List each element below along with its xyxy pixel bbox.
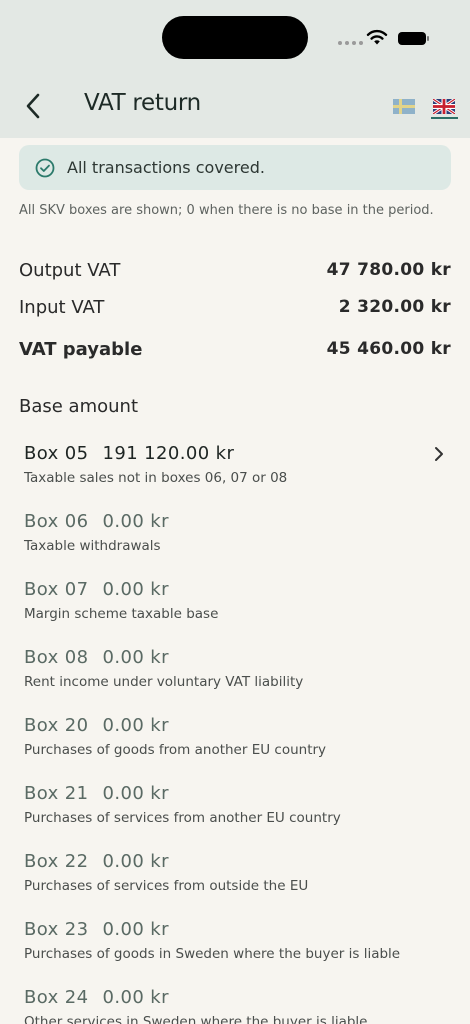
section-heading: Base amount xyxy=(19,396,139,417)
box-number: Box 23 xyxy=(24,919,89,940)
sweden-flag-icon[interactable] xyxy=(393,99,415,114)
total-label: Input VAT xyxy=(19,297,105,318)
box-amount: 0.00 kr xyxy=(102,647,169,668)
box-06-item[interactable]: Box 06 0.00 kr Taxable withdrawals xyxy=(24,511,452,554)
app-header: VAT return xyxy=(0,0,470,138)
box-amount: 191 120.00 kr xyxy=(102,443,235,464)
box-description: Purchases of goods in Sweden where the b… xyxy=(24,946,401,962)
dynamic-island xyxy=(162,16,308,59)
total-value: 45 460.00 kr xyxy=(326,339,451,359)
box-23-item[interactable]: Box 23 0.00 kr Purchases of goods in Swed… xyxy=(24,919,452,962)
box-07-item[interactable]: Box 07 0.00 kr Margin scheme taxable base xyxy=(24,579,452,622)
box-description: Purchases of services from outside the E… xyxy=(24,878,309,894)
total-value: 2 320.00 kr xyxy=(338,297,451,317)
box-amount: 0.00 kr xyxy=(102,783,169,804)
box-08-item[interactable]: Box 08 0.00 kr Rent income under voluntar… xyxy=(24,647,452,690)
box-description: Rent income under voluntary VAT liabilit… xyxy=(24,674,304,690)
box-description: Margin scheme taxable base xyxy=(24,606,219,622)
vat-payable-row: VAT payable 45 460.00 kr xyxy=(19,339,451,360)
banner-text: All transactions covered. xyxy=(67,158,265,177)
box-amount: 0.00 kr xyxy=(102,919,169,940)
page-title: VAT return xyxy=(84,90,201,116)
box-22-item[interactable]: Box 22 0.00 kr Purchases of services from… xyxy=(24,851,452,894)
input-vat-row: Input VAT 2 320.00 kr xyxy=(19,297,451,318)
status-banner: All transactions covered. xyxy=(19,145,451,190)
wifi-icon xyxy=(366,29,388,45)
box-description: Taxable withdrawals xyxy=(24,538,161,554)
box-description: Other services in Sweden where the buyer… xyxy=(24,1014,368,1024)
selected-language-indicator xyxy=(431,117,458,119)
box-amount: 0.00 kr xyxy=(102,851,169,872)
box-amount: 0.00 kr xyxy=(102,987,169,1008)
total-label: VAT payable xyxy=(19,339,143,360)
box-number: Box 20 xyxy=(24,715,89,736)
box-number: Box 24 xyxy=(24,987,89,1008)
box-number: Box 22 xyxy=(24,851,89,872)
box-number: Box 05 xyxy=(24,443,89,464)
back-button[interactable] xyxy=(18,90,48,122)
box-24-item[interactable]: Box 24 0.00 kr Other services in Sweden w… xyxy=(24,987,452,1024)
cellular-signal-icon xyxy=(338,41,363,45)
total-value: 47 780.00 kr xyxy=(326,260,451,280)
box-description: Purchases of services from another EU co… xyxy=(24,810,341,826)
status-bar-icons xyxy=(338,28,438,48)
battery-icon xyxy=(398,32,429,45)
box-number: Box 08 xyxy=(24,647,89,668)
uk-flag-icon[interactable] xyxy=(433,99,455,114)
box-description: Taxable sales not in boxes 06, 07 or 08 xyxy=(24,470,288,486)
box-amount: 0.00 kr xyxy=(102,511,169,532)
chevron-left-icon xyxy=(26,93,40,119)
check-circle-icon xyxy=(35,158,55,177)
chevron-right-icon xyxy=(435,447,443,461)
box-number: Box 06 xyxy=(24,511,89,532)
box-amount: 0.00 kr xyxy=(102,715,169,736)
box-05-item[interactable]: Box 05 191 120.00 kr Taxable sales not in… xyxy=(24,443,452,486)
box-description: Purchases of goods from another EU count… xyxy=(24,742,327,758)
box-20-item[interactable]: Box 20 0.00 kr Purchases of goods from an… xyxy=(24,715,452,758)
box-number: Box 07 xyxy=(24,579,89,600)
output-vat-row: Output VAT 47 780.00 kr xyxy=(19,260,451,281)
box-amount: 0.00 kr xyxy=(102,579,169,600)
info-note: All SKV boxes are shown; 0 when there is… xyxy=(19,203,434,218)
box-number: Box 21 xyxy=(24,783,89,804)
total-label: Output VAT xyxy=(19,260,121,281)
box-21-item[interactable]: Box 21 0.00 kr Purchases of services from… xyxy=(24,783,452,826)
